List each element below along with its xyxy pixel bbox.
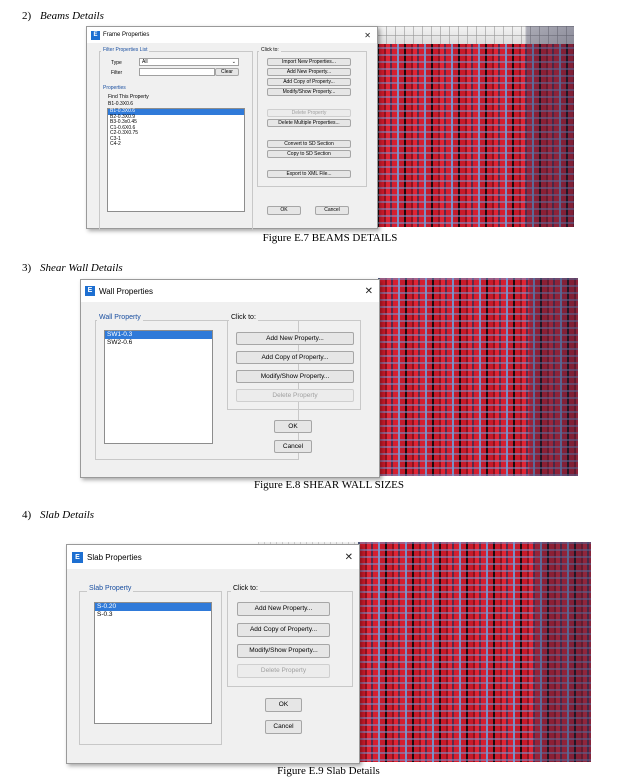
- cancel-button[interactable]: Cancel: [274, 440, 312, 453]
- delete-property-button[interactable]: Delete Property: [267, 109, 351, 117]
- filter-label: Filter: [111, 70, 123, 76]
- slab-property-group-label: Slab Property: [87, 585, 134, 592]
- add-new-property-button[interactable]: Add New Property...: [267, 68, 351, 76]
- add-copy-of-property-button[interactable]: Add Copy of Property...: [237, 623, 330, 637]
- app-icon: E: [91, 30, 100, 40]
- modify-show-property-button[interactable]: Modify/Show Property...: [237, 644, 330, 658]
- export-to-xml-button[interactable]: Export to XML File...: [267, 170, 351, 178]
- figure-caption-shear-wall: Figure E.8 SHEAR WALL SIZES: [253, 479, 405, 491]
- section-title: Beams Details: [40, 10, 104, 22]
- list-item[interactable]: S-0.3: [95, 611, 211, 619]
- add-new-property-button[interactable]: Add New Property...: [236, 332, 354, 345]
- figure-caption-beams: Figure E.7 BEAMS DETAILS: [262, 232, 398, 244]
- filter-group-label: Filter Properties List: [101, 47, 150, 53]
- section-number: 2): [22, 10, 32, 22]
- list-item[interactable]: SW2-0.6: [105, 339, 212, 347]
- type-dropdown[interactable]: All ⌄: [139, 58, 239, 66]
- ok-button[interactable]: OK: [274, 420, 312, 433]
- section-heading-beams: 2) Beams Details: [22, 10, 104, 22]
- clear-button[interactable]: Clear: [215, 68, 239, 76]
- building-model-image-slab: [358, 542, 591, 762]
- find-property-input[interactable]: B1-0.3X0.6: [108, 101, 133, 107]
- close-icon[interactable]: ✕: [364, 31, 371, 40]
- dialog-title: Slab Properties: [87, 552, 142, 562]
- section-number: 4): [22, 509, 32, 521]
- dialog-titlebar: E Slab Properties ✕: [67, 545, 359, 569]
- close-icon[interactable]: ✕: [345, 552, 353, 563]
- wall-property-group-label: Wall Property: [97, 314, 143, 321]
- building-model-image-beams: [377, 26, 574, 227]
- click-to-label: Click to:: [259, 47, 281, 53]
- add-copy-of-property-button[interactable]: Add Copy of Property...: [236, 351, 354, 364]
- slab-properties-dialog: E Slab Properties ✕ Slab Property S-0.20…: [66, 544, 360, 764]
- list-item[interactable]: S-0.20: [95, 603, 211, 611]
- building-model-image-shear-wall: [378, 278, 578, 476]
- import-new-properties-button[interactable]: Import New Properties...: [267, 58, 351, 66]
- list-item[interactable]: SW1-0.3: [105, 331, 212, 339]
- find-property-label: Find This Property: [108, 94, 149, 100]
- app-icon: E: [72, 551, 83, 563]
- click-to-label: Click to:: [231, 585, 260, 592]
- wall-properties-dialog: E Wall Properties ✕ Wall Property SW1-0.…: [80, 279, 380, 478]
- section-title: Slab Details: [40, 509, 95, 521]
- dialog-titlebar: E Frame Properties ✕: [87, 27, 377, 43]
- copy-to-sd-section-button[interactable]: Copy to SD Section: [267, 150, 351, 158]
- delete-multiple-properties-button[interactable]: Delete Multiple Properties...: [267, 119, 351, 127]
- ok-button[interactable]: OK: [267, 206, 301, 215]
- dialog-titlebar: E Wall Properties ✕: [81, 280, 379, 302]
- add-copy-of-property-button[interactable]: Add Copy of Property...: [267, 78, 351, 86]
- filter-input[interactable]: [139, 68, 215, 76]
- modify-show-property-button[interactable]: Modify/Show Property...: [236, 370, 354, 383]
- add-new-property-button[interactable]: Add New Property...: [237, 602, 330, 616]
- type-dropdown-value: All: [142, 59, 148, 65]
- wall-property-list[interactable]: SW1-0.3 SW2-0.6: [104, 330, 213, 444]
- ok-button[interactable]: OK: [265, 698, 302, 712]
- cancel-button[interactable]: Cancel: [265, 720, 302, 734]
- section-number: 3): [22, 262, 32, 274]
- delete-property-button[interactable]: Delete Property: [237, 664, 330, 678]
- frame-property-list[interactable]: B1-0.3X0.6 B2-0.3X0.9 B3-0.3x0.45 C1-0.6…: [107, 108, 245, 212]
- close-icon[interactable]: ✕: [365, 286, 373, 297]
- click-to-label: Click to:: [229, 314, 258, 321]
- dialog-title: Frame Properties: [103, 32, 150, 38]
- section-title: Shear Wall Details: [40, 262, 123, 274]
- app-icon: E: [85, 286, 95, 296]
- convert-to-sd-section-button[interactable]: Convert to SD Section: [267, 140, 351, 148]
- dialog-title: Wall Properties: [99, 286, 153, 296]
- slab-property-list[interactable]: S-0.20 S-0.3: [94, 602, 212, 724]
- chevron-down-icon: ⌄: [231, 59, 236, 65]
- modify-show-property-button[interactable]: Modify/Show Property...: [267, 88, 351, 96]
- list-item[interactable]: C4-2: [108, 141, 244, 148]
- figure-caption-slab: Figure E.9 Slab Details: [277, 765, 380, 777]
- frame-properties-dialog: E Frame Properties ✕ Filter Properties L…: [86, 26, 378, 231]
- section-heading-shear-wall: 3) Shear Wall Details: [22, 262, 123, 274]
- delete-property-button[interactable]: Delete Property: [236, 389, 354, 402]
- properties-group-label: Properties: [101, 85, 128, 91]
- type-label: Type: [111, 60, 122, 66]
- section-heading-slab: 4) Slab Details: [22, 509, 94, 521]
- cancel-button[interactable]: Cancel: [315, 206, 349, 215]
